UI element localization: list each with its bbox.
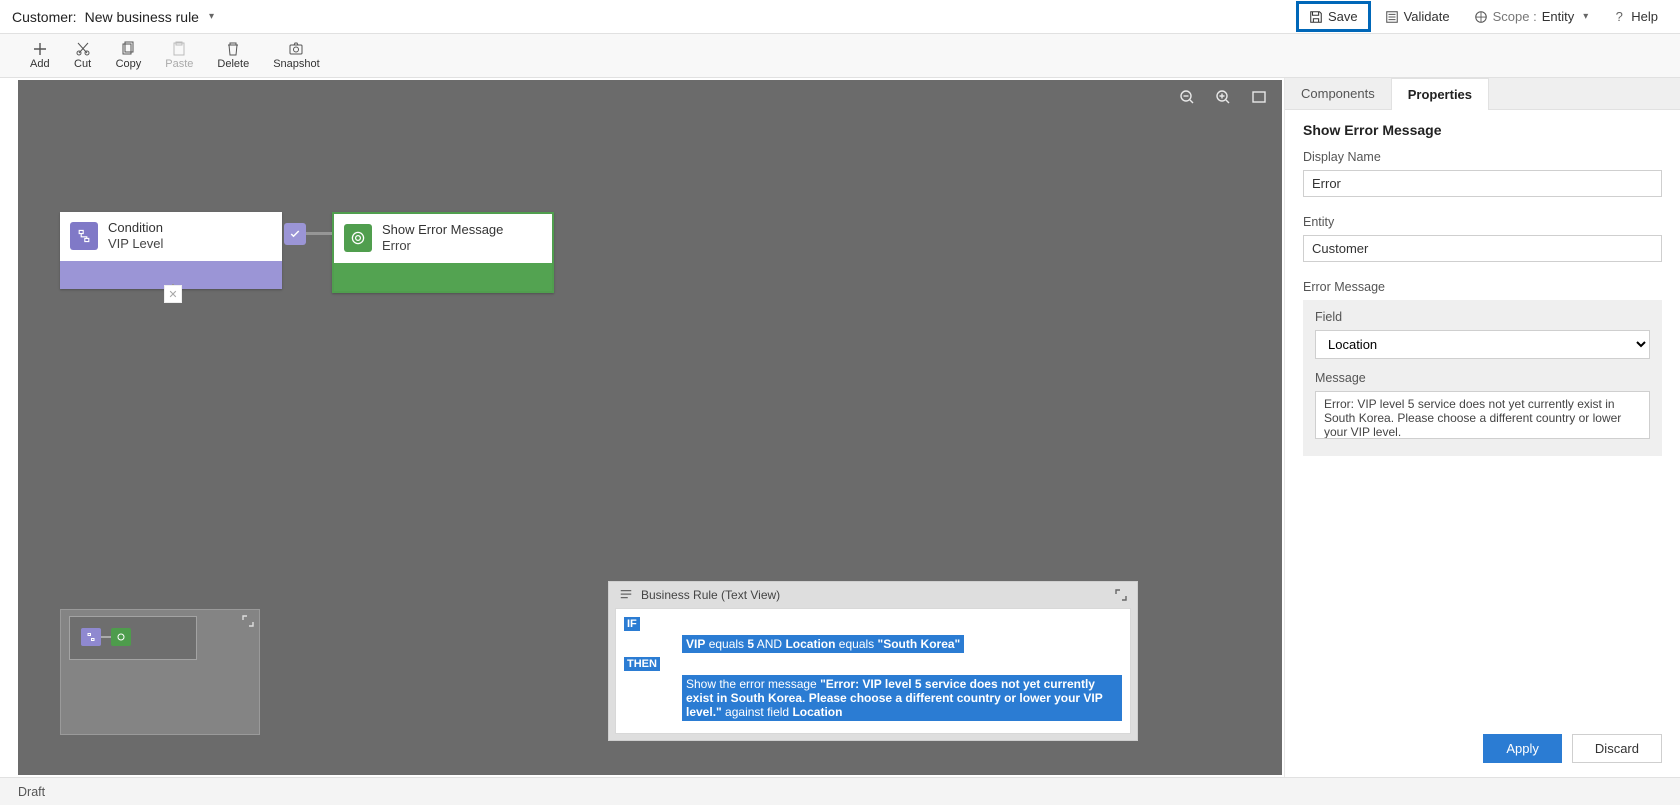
delete-button[interactable]: Delete bbox=[205, 34, 261, 77]
paste-button[interactable]: Paste bbox=[153, 34, 205, 77]
then-expr: Show the error message "Error: VIP level… bbox=[682, 675, 1122, 721]
toolbar: Add Cut Copy Paste Delete Snapshot bbox=[0, 33, 1680, 78]
business-rule-text-view-panel: Business Rule (Text View) IF VIP equals … bbox=[608, 581, 1138, 741]
panel-tabs: Components Properties bbox=[1285, 78, 1680, 110]
validate-button[interactable]: Validate bbox=[1375, 3, 1460, 30]
text-view-icon bbox=[619, 588, 633, 602]
panel-body: Show Error Message Display Name Entity E… bbox=[1285, 110, 1680, 724]
delete-label: Delete bbox=[217, 58, 249, 70]
scope-value: Entity bbox=[1542, 9, 1575, 24]
scope-icon bbox=[1474, 10, 1488, 24]
minimap[interactable] bbox=[60, 609, 260, 735]
text-view-body: IF VIP equals 5 AND Location equals "Sou… bbox=[615, 608, 1131, 734]
kw-then: THEN bbox=[624, 657, 660, 671]
kw-if: IF bbox=[624, 617, 640, 631]
scope-prefix: Scope : bbox=[1493, 9, 1537, 24]
header-actions: Save Validate Scope : Entity ▾ ? Help bbox=[1296, 1, 1668, 32]
paste-icon bbox=[171, 41, 187, 57]
save-icon bbox=[1309, 10, 1323, 24]
scope-dropdown[interactable]: Scope : Entity ▾ bbox=[1464, 3, 1599, 30]
snapshot-label: Snapshot bbox=[273, 58, 319, 70]
action-strip bbox=[334, 263, 552, 291]
action-icon bbox=[344, 224, 372, 252]
help-label: Help bbox=[1631, 9, 1658, 24]
display-name-input[interactable] bbox=[1303, 170, 1662, 197]
false-connector-icon: ✕ bbox=[164, 285, 182, 303]
message-textarea[interactable] bbox=[1315, 391, 1650, 439]
copy-label: Copy bbox=[116, 58, 142, 70]
zoom-out-button[interactable] bbox=[1178, 88, 1196, 106]
condition-expr: VIP equals 5 AND Location equals "South … bbox=[682, 635, 964, 653]
display-name-label: Display Name bbox=[1303, 150, 1662, 164]
minimap-connector bbox=[101, 636, 111, 638]
canvas-controls bbox=[1178, 88, 1268, 106]
properties-title: Show Error Message bbox=[1303, 122, 1662, 138]
snapshot-button[interactable]: Snapshot bbox=[261, 34, 331, 77]
condition-icon bbox=[70, 222, 98, 250]
action-subtitle: Error bbox=[382, 238, 542, 254]
app-header: Customer: New business rule ▾ Save Valid… bbox=[0, 0, 1680, 33]
fit-to-screen-button[interactable] bbox=[1250, 88, 1268, 106]
help-icon: ? bbox=[1612, 10, 1626, 24]
rule-name: New business rule bbox=[85, 9, 199, 25]
copy-icon bbox=[120, 41, 136, 57]
add-icon bbox=[32, 41, 48, 57]
field-label: Field bbox=[1315, 310, 1650, 324]
condition-node[interactable]: Condition VIP Level bbox=[60, 212, 282, 289]
header-title-group[interactable]: Customer: New business rule ▾ bbox=[12, 9, 214, 25]
entity-prefix: Customer: bbox=[12, 9, 77, 25]
minimap-condition-node bbox=[81, 628, 101, 646]
validate-label: Validate bbox=[1404, 9, 1450, 24]
discard-button[interactable]: Discard bbox=[1572, 734, 1662, 763]
cut-button[interactable]: Cut bbox=[62, 34, 104, 77]
main-area: Condition VIP Level ✕ Show Error Message… bbox=[0, 78, 1680, 777]
properties-panel: Components Properties Show Error Message… bbox=[1284, 78, 1680, 777]
text-view-title: Business Rule (Text View) bbox=[641, 588, 780, 602]
status-bar: Draft bbox=[0, 777, 1680, 805]
entity-input bbox=[1303, 235, 1662, 262]
status-draft: Draft bbox=[18, 785, 45, 799]
validate-icon bbox=[1385, 10, 1399, 24]
tab-properties[interactable]: Properties bbox=[1391, 78, 1489, 110]
designer-canvas[interactable]: Condition VIP Level ✕ Show Error Message… bbox=[18, 80, 1282, 775]
action-title: Show Error Message bbox=[382, 222, 542, 238]
panel-footer: Apply Discard bbox=[1285, 724, 1680, 777]
condition-subtitle: VIP Level bbox=[108, 236, 272, 252]
apply-button[interactable]: Apply bbox=[1483, 734, 1562, 763]
cut-icon bbox=[75, 41, 91, 57]
minimap-action-node bbox=[111, 628, 131, 646]
message-label: Message bbox=[1315, 371, 1650, 385]
show-error-message-node[interactable]: Show Error Message Error bbox=[332, 212, 554, 293]
minimap-expand-icon[interactable] bbox=[241, 614, 255, 628]
entity-label: Entity bbox=[1303, 215, 1662, 229]
add-button[interactable]: Add bbox=[18, 34, 62, 77]
cut-label: Cut bbox=[74, 58, 91, 70]
snapshot-icon bbox=[288, 41, 304, 57]
field-select[interactable]: Location bbox=[1315, 330, 1650, 359]
zoom-in-button[interactable] bbox=[1214, 88, 1232, 106]
save-label: Save bbox=[1328, 9, 1358, 24]
save-button[interactable]: Save bbox=[1296, 1, 1371, 32]
chevron-down-icon[interactable]: ▾ bbox=[209, 11, 214, 22]
error-message-group-label: Error Message bbox=[1303, 280, 1662, 294]
condition-title: Condition bbox=[108, 220, 272, 236]
true-connector-icon bbox=[284, 223, 306, 245]
paste-label: Paste bbox=[165, 58, 193, 70]
add-label: Add bbox=[30, 58, 50, 70]
text-view-expand-icon[interactable] bbox=[1115, 589, 1127, 601]
copy-button[interactable]: Copy bbox=[104, 34, 154, 77]
connector-line bbox=[306, 232, 332, 235]
tab-components[interactable]: Components bbox=[1285, 78, 1391, 109]
help-button[interactable]: ? Help bbox=[1602, 3, 1668, 30]
chevron-down-icon[interactable]: ▾ bbox=[1583, 11, 1588, 22]
error-message-group: Field Location Message bbox=[1303, 300, 1662, 456]
delete-icon bbox=[225, 41, 241, 57]
